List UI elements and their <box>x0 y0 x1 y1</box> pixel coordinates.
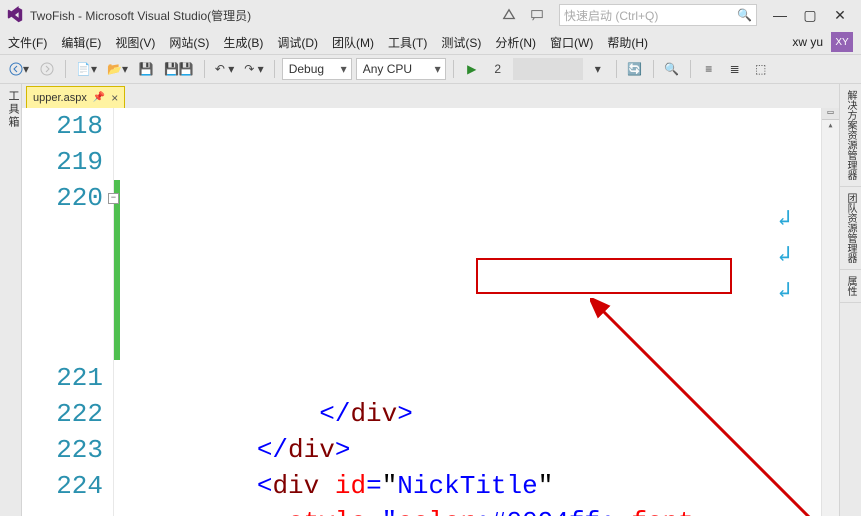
wrap-indicator-icon: ↲ <box>778 274 791 310</box>
line-number: 220 <box>22 180 103 216</box>
line-number: 222 <box>22 396 103 432</box>
search-icon: 🔍 <box>737 8 752 22</box>
scroll-up-icon[interactable]: ▴ <box>822 120 839 134</box>
menu-build[interactable]: 生成(B) <box>223 34 263 51</box>
close-button[interactable]: ✕ <box>825 4 855 26</box>
code-line[interactable]: </div> <box>120 396 821 432</box>
solution-platform-select[interactable]: Any CPU <box>356 58 446 80</box>
new-project-button[interactable]: 📄▾ <box>73 58 100 80</box>
line-number: 224 <box>22 468 103 504</box>
solution-explorer-tab[interactable]: 解决方案资源管理器 <box>840 84 861 187</box>
window-title: TwoFish - Microsoft Visual Studio(管理员) <box>30 7 251 24</box>
browser-select[interactable] <box>513 58 583 80</box>
user-avatar[interactable]: XY <box>831 32 853 52</box>
user-name[interactable]: xw yu <box>792 35 823 49</box>
menu-debug[interactable]: 调试(D) <box>277 34 318 51</box>
code-editor[interactable]: 218219220 221222223224 − ↲ ↲ ↲ </div> </d… <box>22 108 839 516</box>
line-number <box>22 504 103 516</box>
menu-edit[interactable]: 编辑(E) <box>61 34 101 51</box>
save-all-button[interactable]: 💾💾 <box>161 58 197 80</box>
wrap-indicator-icon: ↲ <box>778 202 791 238</box>
format-button[interactable]: ⬚ <box>750 58 772 80</box>
comment-button[interactable]: ≡ <box>698 58 720 80</box>
open-button[interactable]: 📂▾ <box>104 58 131 80</box>
team-explorer-tab[interactable]: 团队资源管理器 <box>840 187 861 270</box>
refresh-button[interactable]: 🔄 <box>624 58 646 80</box>
start-debug-button[interactable]: ▶ <box>461 58 483 80</box>
minimize-button[interactable]: — <box>765 4 795 26</box>
feedback-icon[interactable] <box>527 5 547 25</box>
line-number <box>22 252 103 288</box>
properties-tab[interactable]: 属性 <box>840 270 861 303</box>
editor-tab[interactable]: upper.aspx 📌 × <box>26 86 125 108</box>
menu-tools[interactable]: 工具(T) <box>388 34 427 51</box>
maximize-button[interactable]: ▢ <box>795 4 825 26</box>
browser-dropdown[interactable]: ▾ <box>587 58 609 80</box>
quick-launch-input[interactable]: 快速启动 (Ctrl+Q) 🔍 <box>559 4 757 26</box>
undo-button[interactable]: ↶ ▾ <box>212 58 237 80</box>
run-count: 2 <box>487 58 509 80</box>
notifications-icon[interactable] <box>499 5 519 25</box>
tab-filename: upper.aspx <box>33 92 87 104</box>
code-line[interactable]: style="color:#0094ff; font- <box>120 504 821 516</box>
menu-website[interactable]: 网站(S) <box>169 34 209 51</box>
wrap-indicator-icon: ↲ <box>778 238 791 274</box>
find-in-files-button[interactable]: 🔍 <box>661 58 683 80</box>
line-number <box>22 288 103 324</box>
menu-help[interactable]: 帮助(H) <box>607 34 648 51</box>
redo-button[interactable]: ↷ ▾ <box>241 58 266 80</box>
menu-analyze[interactable]: 分析(N) <box>495 34 536 51</box>
code-line[interactable]: <div id="NickTitle" <box>120 468 821 504</box>
line-number <box>22 216 103 252</box>
nav-forward-button[interactable] <box>36 58 58 80</box>
pin-icon[interactable]: 📌 <box>93 92 105 103</box>
line-number <box>22 324 103 360</box>
line-number: 223 <box>22 432 103 468</box>
menu-file[interactable]: 文件(F) <box>8 34 47 51</box>
line-number: 221 <box>22 360 103 396</box>
highlight-annotation <box>476 258 732 294</box>
line-number: 218 <box>22 108 103 144</box>
menu-test[interactable]: 测试(S) <box>441 34 481 51</box>
line-number: 219 <box>22 144 103 180</box>
save-button[interactable]: 💾 <box>135 58 157 80</box>
menu-view[interactable]: 视图(V) <box>115 34 155 51</box>
quick-launch-placeholder: 快速启动 (Ctrl+Q) <box>564 7 658 24</box>
toolbox-panel-tab[interactable]: 工具箱 <box>0 84 22 516</box>
tab-close-icon[interactable]: × <box>111 91 118 105</box>
vs-logo-icon <box>6 6 24 24</box>
menu-team[interactable]: 团队(M) <box>332 34 374 51</box>
collapse-toggle-icon[interactable]: − <box>108 193 119 204</box>
menu-window[interactable]: 窗口(W) <box>550 34 593 51</box>
solution-config-select[interactable]: Debug <box>282 58 352 80</box>
vertical-scrollbar[interactable]: ▭ ▴ <box>821 108 839 516</box>
nav-back-button[interactable]: ▾ <box>6 58 32 80</box>
code-line[interactable]: </div> <box>120 432 821 468</box>
uncomment-button[interactable]: ≣ <box>724 58 746 80</box>
